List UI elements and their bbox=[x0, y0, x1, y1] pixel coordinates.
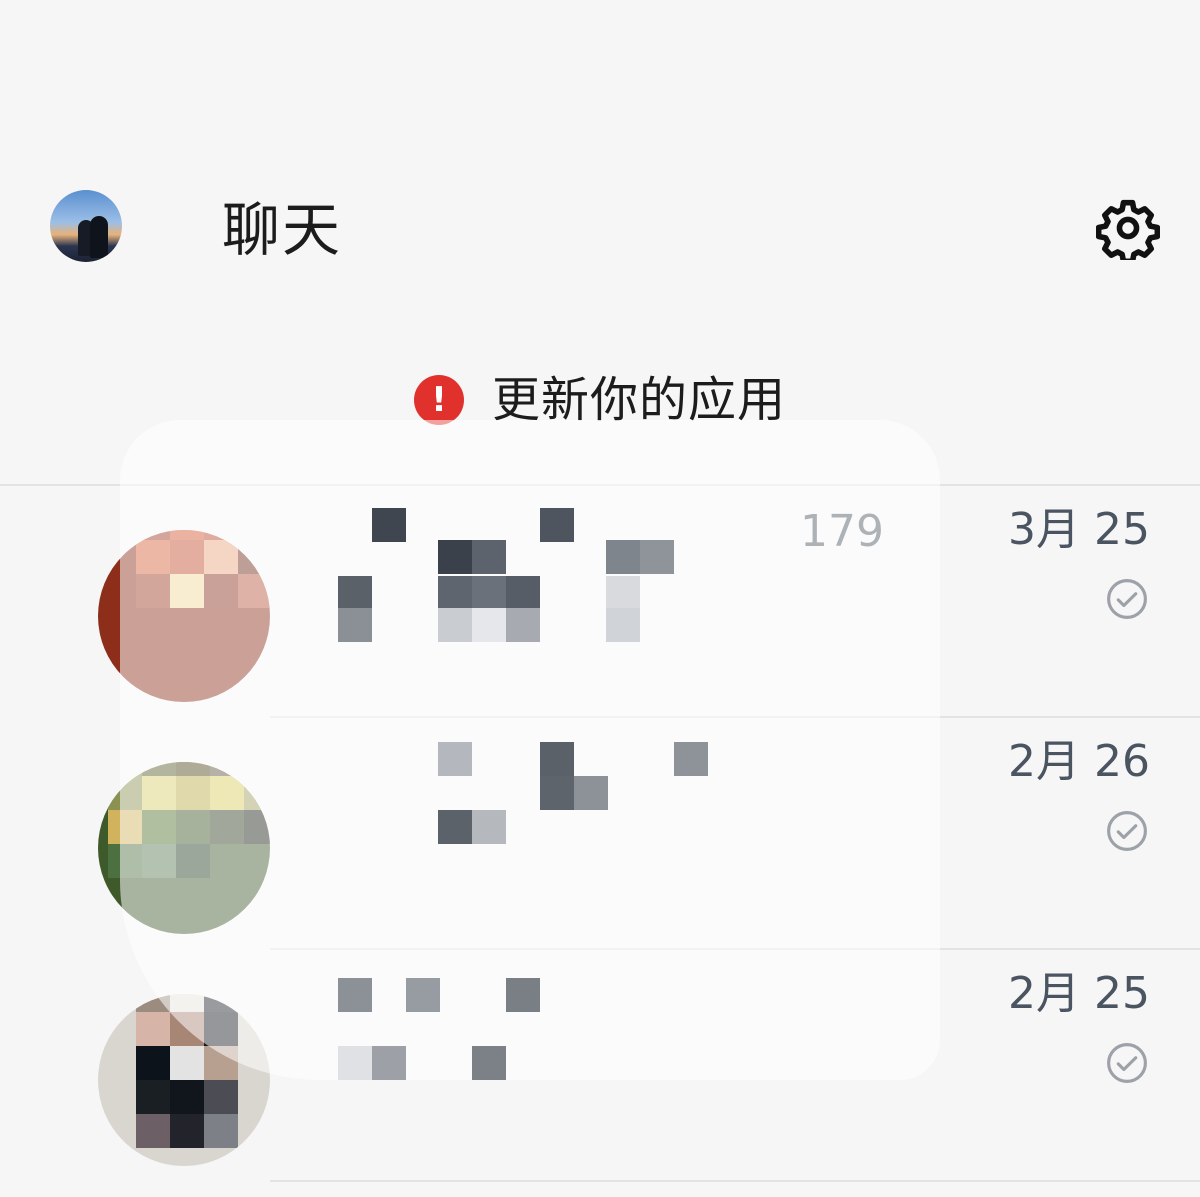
avatar-pixelation bbox=[108, 762, 270, 878]
alert-icon: ! bbox=[413, 375, 464, 425]
chat-row[interactable]: 2月 25 bbox=[0, 948, 1200, 1180]
chat-row[interactable]: 179 3月 25 bbox=[0, 484, 1200, 716]
avatar-pixel bbox=[210, 776, 244, 810]
avatar-pixel bbox=[136, 1114, 170, 1148]
read-check-icon bbox=[1107, 1043, 1147, 1083]
avatar-pixel bbox=[176, 844, 210, 878]
avatar-pixel bbox=[170, 1012, 204, 1046]
avatar-pixel bbox=[244, 776, 270, 810]
avatar-pixel bbox=[204, 530, 238, 540]
avatar-pixel bbox=[238, 574, 270, 608]
avatar-pixel bbox=[136, 1080, 170, 1114]
avatar-pixel bbox=[136, 540, 170, 574]
avatar-pixel bbox=[170, 1080, 204, 1114]
banner-text: 更新你的应用 bbox=[491, 372, 786, 428]
avatar-pixel bbox=[108, 810, 142, 844]
avatar-pixel bbox=[204, 1114, 238, 1148]
gear-icon[interactable] bbox=[1096, 196, 1160, 260]
avatar-pixel bbox=[136, 994, 170, 1012]
avatar-pixel bbox=[108, 762, 142, 776]
chat-list-screen: 聊天 ! 更新你的应用 179 3月 25 2月 26 2月 25 bbox=[0, 0, 1200, 1197]
avatar-pixelation bbox=[136, 994, 238, 1148]
message-preview: 179 bbox=[800, 506, 884, 557]
avatar-pixel bbox=[176, 810, 210, 844]
avatar-pixel bbox=[176, 762, 210, 776]
avatar-pixel bbox=[108, 844, 142, 878]
divider bbox=[270, 1180, 1200, 1182]
avatar-pixel bbox=[142, 810, 176, 844]
update-app-banner[interactable]: ! 更新你的应用 bbox=[0, 360, 1200, 440]
chat-date: 2月 25 bbox=[1008, 968, 1150, 1019]
avatar-pixel bbox=[170, 994, 204, 1012]
chat-avatar bbox=[98, 762, 270, 934]
avatar-pixel bbox=[238, 530, 270, 540]
avatar-pixel bbox=[204, 1046, 238, 1080]
profile-avatar[interactable] bbox=[50, 190, 122, 262]
avatar-pixel bbox=[136, 530, 170, 540]
chat-avatar bbox=[98, 994, 270, 1166]
avatar-pixel bbox=[170, 530, 204, 540]
chat-date: 3月 25 bbox=[1008, 504, 1150, 555]
avatar-pixel bbox=[210, 810, 244, 844]
avatar-pixelation bbox=[136, 530, 270, 608]
page-title: 聊天 bbox=[222, 196, 343, 264]
avatar-pixel bbox=[142, 762, 176, 776]
avatar-pixel bbox=[108, 776, 142, 810]
avatar-pixel bbox=[170, 1114, 204, 1148]
read-check-icon bbox=[1107, 579, 1147, 619]
chat-row[interactable]: 2月 26 bbox=[0, 716, 1200, 948]
avatar-pixel bbox=[136, 574, 170, 608]
chat-date: 2月 26 bbox=[1008, 736, 1150, 787]
avatar-pixel bbox=[204, 994, 238, 1012]
avatar-silhouette bbox=[90, 216, 108, 258]
avatar-pixel bbox=[204, 1080, 238, 1114]
avatar-pixel bbox=[170, 1046, 204, 1080]
avatar-pixel bbox=[142, 776, 176, 810]
avatar-pixel bbox=[136, 1046, 170, 1080]
avatar-pixel bbox=[238, 540, 270, 574]
read-check-icon bbox=[1107, 811, 1147, 851]
avatar-pixel bbox=[204, 574, 238, 608]
avatar-pixel bbox=[210, 762, 244, 776]
chat-avatar bbox=[98, 530, 270, 702]
avatar-pixel bbox=[170, 540, 204, 574]
avatar-pixel bbox=[142, 844, 176, 878]
avatar-pixel bbox=[176, 776, 210, 810]
avatar-pixel bbox=[170, 574, 204, 608]
avatar-pixel bbox=[204, 1012, 238, 1046]
avatar-pixel bbox=[136, 1012, 170, 1046]
avatar-pixel bbox=[204, 540, 238, 574]
avatar-pixel bbox=[244, 762, 270, 776]
avatar-pixel bbox=[244, 810, 270, 844]
